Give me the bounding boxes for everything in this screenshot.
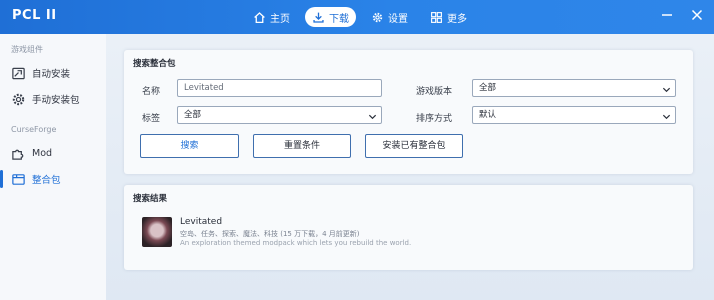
search-results-card: 搜索结果 Levitated 空岛、任务、探索、魔法、科技 (15 万下载，4 …	[124, 185, 693, 270]
tag-label: 标签	[142, 114, 161, 124]
grid-icon	[430, 11, 443, 24]
sidebar-item-label: 自动安装	[32, 69, 71, 80]
sort-label: 排序方式	[416, 114, 453, 124]
nav-settings-label: 设置	[388, 13, 408, 25]
search-card-title: 搜索整合包	[133, 59, 176, 69]
search-button[interactable]: 搜索	[140, 134, 239, 158]
puzzle-icon	[11, 146, 26, 161]
minimize-icon[interactable]	[660, 8, 674, 22]
home-icon	[253, 11, 266, 24]
result-tags: 空岛、任务、探索、魔法、科技 (15 万下载，4 月前更新)	[180, 230, 360, 238]
download-icon	[312, 11, 325, 24]
package-icon	[11, 172, 26, 187]
game-version-value: 全部	[479, 83, 497, 93]
sidebar-item-manual-install[interactable]: 手动安装包	[0, 86, 106, 112]
nav-settings[interactable]: 设置	[364, 7, 415, 27]
chevron-down-icon	[662, 111, 671, 120]
name-label: 名称	[142, 87, 161, 97]
nav-download-label: 下载	[329, 13, 349, 25]
sidebar-section-game: 游戏组件	[11, 45, 43, 54]
result-name: Levitated	[180, 217, 223, 227]
app-title: PCL II	[12, 8, 57, 23]
reset-button[interactable]: 重置条件	[253, 134, 351, 158]
wrench-icon	[11, 66, 26, 81]
game-version-label: 游戏版本	[416, 87, 453, 97]
sort-value: 默认	[479, 110, 497, 120]
nav-home[interactable]: 主页	[246, 7, 297, 27]
window-controls	[660, 8, 704, 22]
close-icon[interactable]	[690, 8, 704, 22]
nav-home-label: 主页	[270, 13, 290, 25]
nav-more[interactable]: 更多	[423, 7, 474, 27]
gear-icon	[11, 92, 26, 107]
chevron-down-icon	[368, 111, 377, 120]
title-bar: PCL II 主页 下载 设置 更多	[0, 0, 714, 34]
list-item[interactable]: Levitated 空岛、任务、探索、魔法、科技 (15 万下载，4 月前更新)…	[133, 217, 673, 253]
results-card-title: 搜索结果	[133, 194, 168, 204]
top-nav: 主页 下载 设置 更多	[246, 7, 474, 27]
sidebar-item-label: Mod	[32, 147, 53, 159]
sidebar-item-label: 整合包	[32, 175, 61, 186]
main-content: 搜索整合包 名称 游戏版本 全部 标签 全部 排序方式 默认 搜索 重置条件 安…	[106, 34, 714, 300]
nav-more-label: 更多	[447, 13, 467, 25]
sidebar-item-mod[interactable]: Mod	[0, 140, 106, 166]
install-existing-button[interactable]: 安装已有整合包	[365, 134, 463, 158]
modpack-thumbnail	[142, 217, 172, 247]
sidebar-section-curseforge: CurseForge	[11, 125, 57, 134]
sidebar-item-modpack[interactable]: 整合包	[0, 166, 106, 192]
search-modpack-card: 搜索整合包 名称 游戏版本 全部 标签 全部 排序方式 默认 搜索 重置条件 安…	[124, 50, 693, 174]
gear-icon	[371, 11, 384, 24]
sidebar-item-auto-install[interactable]: 自动安装	[0, 60, 106, 86]
name-input[interactable]	[177, 79, 382, 97]
nav-download[interactable]: 下载	[305, 7, 356, 27]
game-version-select[interactable]: 全部	[472, 79, 676, 97]
chevron-down-icon	[662, 84, 671, 93]
sidebar-item-label: 手动安装包	[32, 95, 80, 106]
result-description: An exploration themed modpack which lets…	[180, 239, 412, 247]
sort-select[interactable]: 默认	[472, 106, 676, 124]
sidebar: 游戏组件 自动安装 手动安装包 CurseForge Mod 整合包	[0, 34, 106, 300]
tag-select[interactable]: 全部	[177, 106, 382, 124]
tag-value: 全部	[184, 110, 202, 120]
